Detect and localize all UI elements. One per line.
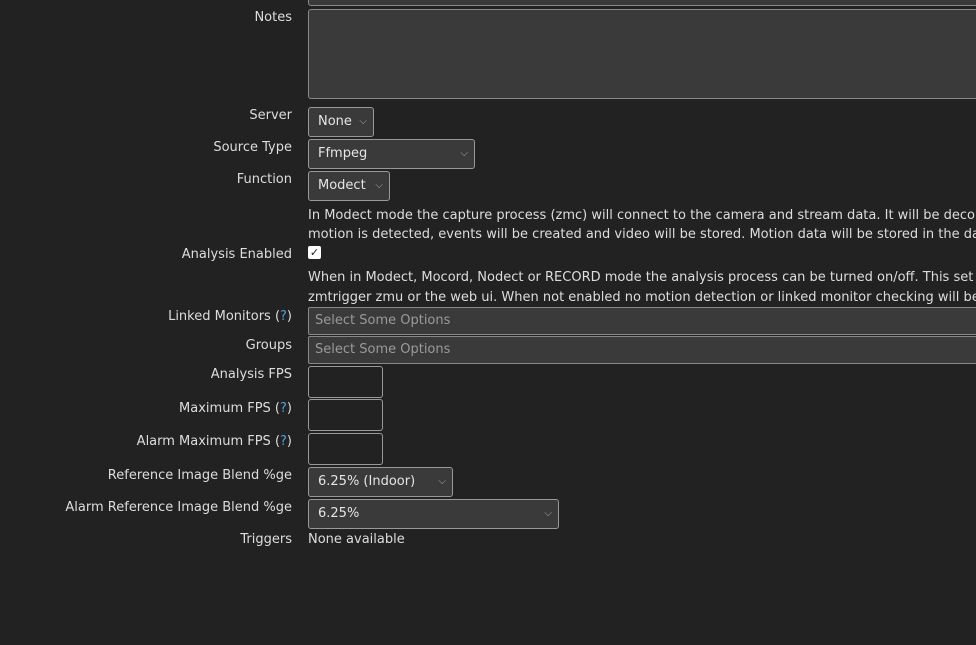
source-type-label: Source Type	[213, 140, 292, 155]
maximum-fps-label-end: )	[286, 401, 292, 416]
alarm-maximum-fps-label-end: )	[286, 434, 292, 449]
reference-blend-select-value: 6.25% (Indoor)	[318, 474, 416, 489]
server-select-value: None	[318, 114, 352, 129]
source-type-select-value: Ffmpeg	[318, 146, 368, 161]
analysis-help-line-1: When in Modect, Mocord, Nodect or RECORD…	[308, 270, 974, 285]
chevron-down-icon: ⌵	[438, 476, 446, 487]
chevron-down-icon: ⌵	[460, 148, 468, 159]
linked-monitors-placeholder: Select Some Options	[315, 313, 451, 328]
check-icon: ✓	[309, 246, 320, 259]
linked-monitors-label-text: Linked Monitors (	[168, 309, 281, 324]
analysis-enabled-label: Analysis Enabled	[181, 247, 292, 262]
alarm-maximum-fps-input[interactable]	[308, 433, 383, 465]
chevron-down-icon: ⌵	[359, 116, 367, 127]
groups-label: Groups	[245, 338, 292, 353]
function-select-value: Modect	[318, 178, 366, 193]
groups-placeholder: Select Some Options	[315, 342, 451, 357]
previous-field-bottom-edge	[308, 0, 976, 6]
linked-monitors-multiselect[interactable]: Select Some Options	[308, 307, 976, 335]
reference-blend-select[interactable]: 6.25% (Indoor) ⌵	[308, 467, 453, 497]
triggers-label: Triggers	[240, 532, 292, 547]
linked-monitors-help-link[interactable]: ?	[280, 309, 287, 324]
alarm-reference-blend-label: Alarm Reference Image Blend %ge	[65, 500, 292, 515]
maximum-fps-label: Maximum FPS (?)	[179, 401, 292, 416]
alarm-maximum-fps-help-link[interactable]: ?	[280, 434, 287, 449]
alarm-maximum-fps-label-text: Alarm Maximum FPS (	[136, 434, 281, 449]
alarm-maximum-fps-label: Alarm Maximum FPS (?)	[137, 434, 292, 449]
function-label: Function	[236, 172, 292, 187]
chevron-down-icon: ⌵	[375, 180, 383, 191]
notes-label: Notes	[254, 10, 292, 25]
reference-blend-label: Reference Image Blend %ge	[107, 468, 292, 483]
server-label: Server	[249, 108, 292, 123]
function-help-line-1: In Modect mode the capture process (zmc)…	[308, 208, 976, 223]
maximum-fps-label-text: Maximum FPS (	[179, 401, 281, 416]
alarm-reference-blend-select-value: 6.25%	[318, 506, 360, 521]
analysis-fps-label: Analysis FPS	[210, 367, 292, 382]
notes-textarea[interactable]	[308, 9, 976, 99]
function-select[interactable]: Modect ⌵	[308, 171, 390, 201]
server-select[interactable]: None ⌵	[308, 107, 374, 137]
groups-multiselect[interactable]: Select Some Options	[308, 336, 976, 364]
analysis-fps-input[interactable]	[308, 366, 383, 398]
linked-monitors-label: Linked Monitors (?)	[168, 309, 292, 324]
alarm-reference-blend-select[interactable]: 6.25% ⌵	[308, 499, 559, 529]
chevron-down-icon: ⌵	[544, 508, 552, 519]
function-help-line-2: motion is detected, events will be creat…	[308, 227, 976, 242]
analysis-enabled-checkbox[interactable]: ✓	[308, 246, 321, 259]
triggers-value: None available	[308, 532, 405, 547]
linked-monitors-label-end: )	[286, 309, 292, 324]
analysis-help-line-2: zmtrigger zmu or the web ui. When not en…	[308, 290, 976, 305]
maximum-fps-input[interactable]	[308, 399, 383, 431]
maximum-fps-help-link[interactable]: ?	[280, 401, 287, 416]
source-type-select[interactable]: Ffmpeg ⌵	[308, 139, 475, 169]
